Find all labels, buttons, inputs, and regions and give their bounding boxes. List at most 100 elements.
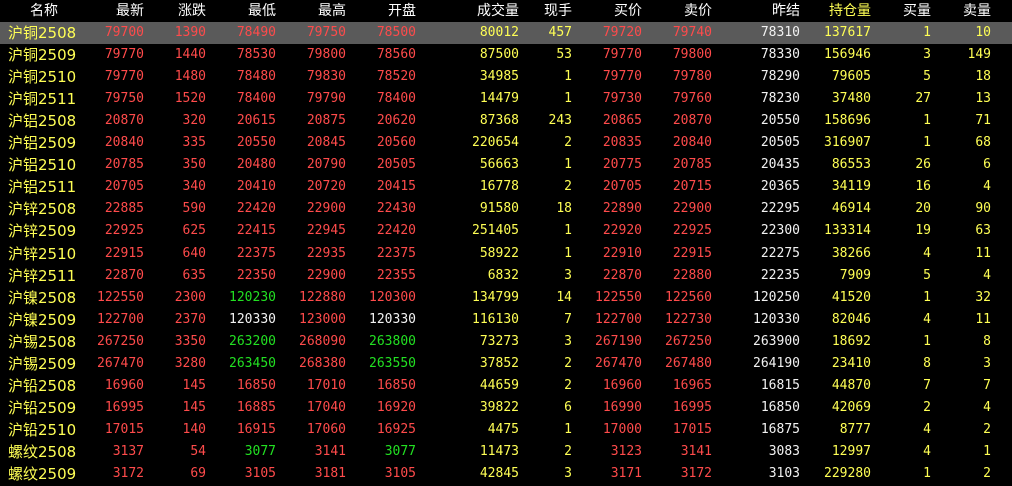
cell-bid-volume: 1 — [923, 135, 931, 151]
quote-row[interactable]: 沪铜2510 79770 1480 78480 79830 78520 34985 1 7977… — [0, 66, 1012, 88]
quote-row[interactable]: 沪镍2509 122700 2370 120330 123000 120330 116130… — [0, 309, 1012, 331]
cell-prev-settle: 264190 — [753, 355, 800, 371]
header-last-price[interactable]: 最新 — [80, 0, 144, 22]
cell-bid-volume: 8 — [923, 355, 931, 371]
cell-open-interest: 23410 — [831, 355, 871, 371]
quote-row[interactable]: 沪锡2509 267470 3280 263450 268380 263550 37852 2… — [0, 353, 1012, 375]
cell-current-lot: 14 — [556, 289, 572, 305]
cell-low: 16885 — [236, 399, 276, 415]
cell-bid-volume: 7 — [923, 377, 931, 393]
cell-bid-volume: 1 — [923, 113, 931, 129]
quote-row[interactable]: 沪铝2509 20840 335 20550 20845 20560 220654 2 2083… — [0, 132, 1012, 154]
header-open-interest[interactable]: 持仓量 — [800, 0, 871, 22]
quote-row[interactable]: 沪锌2510 22915 640 22375 22935 22375 58922 1 22910… — [0, 243, 1012, 265]
cell-volume: 251405 — [472, 223, 519, 239]
quote-row[interactable]: 沪镍2508 122550 2300 120230 122880 120300 134799… — [0, 287, 1012, 309]
cell-bid-volume: 5 — [923, 69, 931, 85]
cell-volume: 14479 — [479, 91, 519, 107]
cell-open: 22375 — [376, 245, 416, 261]
cell-open-interest: 316907 — [824, 135, 871, 151]
cell-high: 20790 — [306, 157, 346, 173]
cell-ask-price: 79800 — [672, 47, 712, 63]
cell-ask-volume: 10 — [975, 25, 991, 40]
cell-ask-volume: 4 — [983, 399, 991, 415]
quote-row[interactable]: 沪锌2509 22925 625 22415 22945 22420 251405 1 2292… — [0, 220, 1012, 242]
cell-ask-price: 16965 — [672, 377, 712, 393]
cell-bid-price: 79730 — [602, 91, 642, 107]
quote-row[interactable]: 沪铝2511 20705 340 20410 20720 20415 16778 2 20705… — [0, 176, 1012, 198]
quote-row[interactable]: 沪铜2509 79770 1440 78530 79800 78560 87500 53 797… — [0, 44, 1012, 66]
cell-change: 145 — [182, 377, 206, 393]
cell-name: 沪铝2508 — [8, 112, 77, 131]
cell-high: 17010 — [306, 377, 346, 393]
quote-row[interactable]: 沪铅2510 17015 140 16915 17060 16925 4475 1 17000 1… — [0, 419, 1012, 441]
cell-high: 20875 — [306, 113, 346, 129]
header-open[interactable]: 开盘 — [350, 0, 416, 22]
cell-prev-settle: 78230 — [760, 91, 800, 107]
quote-row[interactable]: 螺纹2508 3137 54 3077 3141 3077 11473 2 3123 3141 30… — [0, 441, 1012, 463]
quote-row[interactable]: 沪铜2508 79700 1390 78490 79750 78500 80012 457 79… — [0, 22, 1012, 44]
cell-open-interest: 41520 — [831, 289, 871, 305]
quote-row[interactable]: 沪铜2511 79750 1520 78400 79790 78400 14479 1 7973… — [0, 88, 1012, 110]
cell-current-lot: 2 — [564, 443, 572, 459]
cell-last-price: 267470 — [97, 355, 144, 371]
cell-prev-settle: 22275 — [760, 245, 800, 261]
cell-name: 沪铝2511 — [8, 178, 77, 197]
cell-last-price: 122700 — [97, 311, 144, 327]
cell-open-interest: 133314 — [824, 223, 871, 239]
quote-row[interactable]: 沪锌2508 22885 590 22420 22900 22430 91580 18 2289… — [0, 198, 1012, 220]
cell-open: 263550 — [369, 355, 416, 371]
cell-prev-settle: 3103 — [768, 466, 800, 481]
cell-current-lot: 2 — [564, 179, 572, 195]
cell-prev-settle: 20550 — [760, 113, 800, 129]
header-bid-volume[interactable]: 买量 — [880, 0, 931, 22]
cell-prev-settle: 20505 — [760, 135, 800, 151]
cell-volume: 4475 — [487, 421, 519, 437]
cell-open-interest: 137617 — [824, 25, 871, 40]
cell-bid-volume: 26 — [915, 157, 931, 173]
cell-change: 1520 — [174, 91, 206, 107]
header-ask-volume[interactable]: 卖量 — [940, 0, 991, 22]
cell-bid-price: 20835 — [602, 135, 642, 151]
quote-row[interactable]: 沪铅2508 16960 145 16850 17010 16850 44659 2 16960… — [0, 375, 1012, 397]
cell-change: 2300 — [174, 289, 206, 305]
cell-ask-price: 20840 — [672, 135, 712, 151]
cell-volume: 34985 — [479, 69, 519, 85]
cell-ask-volume: 32 — [975, 289, 991, 305]
cell-ask-price: 79740 — [672, 25, 712, 40]
quote-row[interactable]: 沪铅2509 16995 145 16885 17040 16920 39822 6 16990… — [0, 397, 1012, 419]
cell-ask-price: 20785 — [672, 157, 712, 173]
cell-open-interest: 79605 — [831, 69, 871, 85]
cell-prev-settle: 20435 — [760, 157, 800, 173]
header-volume[interactable]: 成交量 — [440, 0, 519, 22]
cell-open-interest: 38266 — [831, 245, 871, 261]
quote-row[interactable]: 沪铝2510 20785 350 20480 20790 20505 56663 1 20775… — [0, 154, 1012, 176]
cell-bid-price: 16990 — [602, 399, 642, 415]
header-prev-settle[interactable]: 昨结 — [735, 0, 800, 22]
cell-ask-price: 22900 — [672, 201, 712, 217]
cell-bid-volume: 1 — [923, 25, 931, 40]
quote-row[interactable]: 沪锌2511 22870 635 22350 22900 22355 6832 3 22870 2… — [0, 265, 1012, 287]
cell-ask-volume: 18 — [975, 69, 991, 85]
cell-high: 22900 — [306, 201, 346, 217]
header-bid-price[interactable]: 买价 — [576, 0, 642, 22]
cell-name: 沪铅2509 — [8, 398, 77, 417]
header-current-lot[interactable]: 现手 — [524, 0, 572, 22]
cell-bid-price: 22890 — [602, 201, 642, 217]
quote-row[interactable]: 螺纹2509 3172 69 3105 3181 3105 42845 3 3171 3172 31… — [0, 463, 1012, 485]
cell-prev-settle: 263900 — [753, 333, 800, 349]
header-change[interactable]: 涨跌 — [150, 0, 206, 22]
cell-ask-price: 267480 — [665, 355, 712, 371]
quote-row[interactable]: 沪锡2508 267250 3350 263200 268090 263800 73273 3… — [0, 331, 1012, 353]
header-name[interactable]: 名称 — [8, 0, 80, 22]
cell-high: 17040 — [306, 399, 346, 415]
cell-high: 17060 — [306, 421, 346, 437]
cell-name: 沪镍2509 — [8, 310, 77, 329]
header-low[interactable]: 最低 — [210, 0, 276, 22]
cell-current-lot: 2 — [564, 135, 572, 151]
header-high[interactable]: 最高 — [280, 0, 346, 22]
cell-open-interest: 18692 — [831, 333, 871, 349]
cell-low: 78480 — [236, 69, 276, 85]
quote-row[interactable]: 沪铝2508 20870 320 20615 20875 20620 87368 243 208… — [0, 110, 1012, 132]
header-ask-price[interactable]: 卖价 — [646, 0, 712, 22]
